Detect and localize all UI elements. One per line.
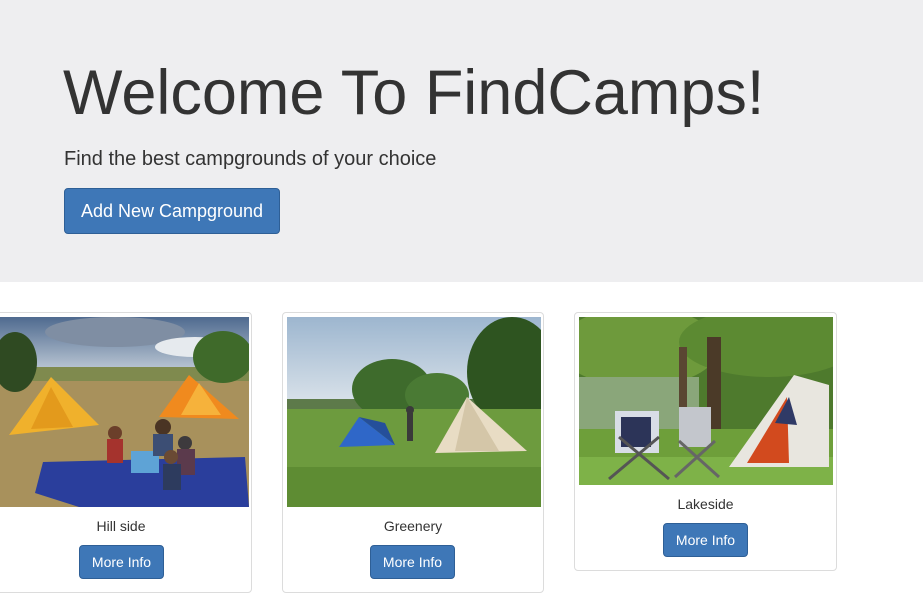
campground-card-hill-side: Hill side More Info	[0, 312, 252, 593]
campground-photo-lakeside	[579, 317, 833, 485]
campground-name: Lakeside	[677, 496, 734, 512]
jumbotron: Welcome To FindCamps! Find the best camp…	[0, 0, 923, 282]
more-info-button[interactable]: More Info	[79, 545, 164, 579]
page-title: Welcome To FindCamps!	[63, 58, 765, 128]
campground-name: Hill side	[96, 518, 146, 534]
campground-card-lakeside: Lakeside More Info	[574, 312, 837, 571]
more-info-button[interactable]: More Info	[370, 545, 455, 579]
campground-photo-hill-side	[0, 317, 249, 507]
campground-name: Greenery	[383, 518, 443, 534]
add-campground-button[interactable]: Add New Campground	[64, 188, 280, 234]
campground-image[interactable]	[0, 317, 249, 507]
campground-image[interactable]	[579, 317, 833, 485]
campground-photo-greenery	[287, 317, 541, 507]
campground-image[interactable]	[287, 317, 541, 507]
more-info-button[interactable]: More Info	[663, 523, 748, 557]
campground-card-greenery: Greenery More Info	[282, 312, 544, 593]
page-subtitle: Find the best campgrounds of your choice	[64, 148, 437, 170]
